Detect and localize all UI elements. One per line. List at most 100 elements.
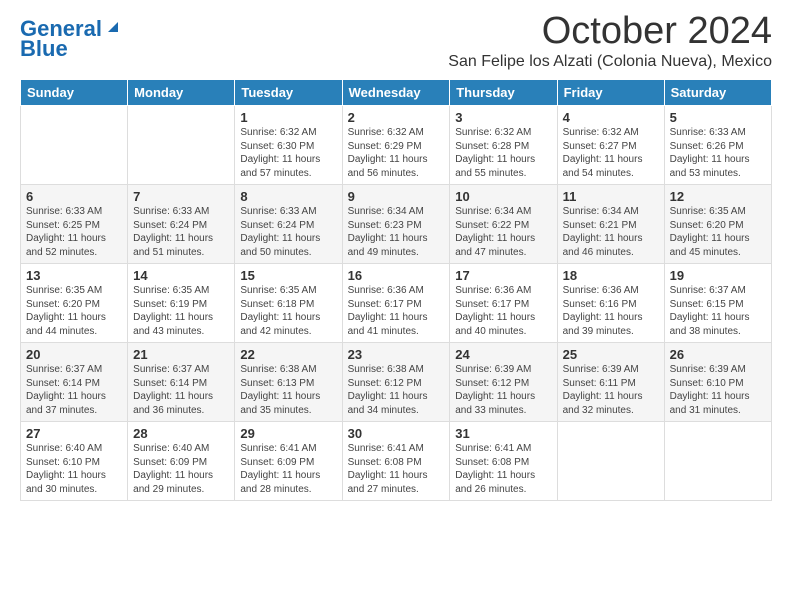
day-number: 5 [670,110,766,125]
day-info: Sunrise: 6:39 AM Sunset: 6:12 PM Dayligh… [455,363,551,417]
day-header-tuesday: Tuesday [235,80,342,106]
day-info: Sunrise: 6:33 AM Sunset: 6:26 PM Dayligh… [670,126,766,180]
day-info: Sunrise: 6:32 AM Sunset: 6:27 PM Dayligh… [563,126,659,180]
day-info: Sunrise: 6:36 AM Sunset: 6:17 PM Dayligh… [455,284,551,338]
day-number: 3 [455,110,551,125]
day-info: Sunrise: 6:39 AM Sunset: 6:10 PM Dayligh… [670,363,766,417]
calendar-cell: 20Sunrise: 6:37 AM Sunset: 6:14 PM Dayli… [21,343,128,422]
day-number: 22 [240,347,336,362]
day-header-sunday: Sunday [21,80,128,106]
calendar-cell: 10Sunrise: 6:34 AM Sunset: 6:22 PM Dayli… [450,185,557,264]
week-row-3: 13Sunrise: 6:35 AM Sunset: 6:20 PM Dayli… [21,264,772,343]
calendar-cell [664,422,771,501]
month-title: October 2024 [448,10,772,53]
week-row-5: 27Sunrise: 6:40 AM Sunset: 6:10 PM Dayli… [21,422,772,501]
logo-arrow-icon [104,18,122,36]
calendar-cell: 24Sunrise: 6:39 AM Sunset: 6:12 PM Dayli… [450,343,557,422]
calendar-cell: 4Sunrise: 6:32 AM Sunset: 6:27 PM Daylig… [557,106,664,185]
week-row-2: 6Sunrise: 6:33 AM Sunset: 6:25 PM Daylig… [21,185,772,264]
day-number: 18 [563,268,659,283]
day-info: Sunrise: 6:32 AM Sunset: 6:29 PM Dayligh… [348,126,445,180]
day-header-thursday: Thursday [450,80,557,106]
day-info: Sunrise: 6:35 AM Sunset: 6:20 PM Dayligh… [670,205,766,259]
day-number: 16 [348,268,445,283]
day-info: Sunrise: 6:33 AM Sunset: 6:24 PM Dayligh… [240,205,336,259]
logo: General Blue [20,18,122,60]
day-header-wednesday: Wednesday [342,80,450,106]
calendar-cell [21,106,128,185]
day-number: 15 [240,268,336,283]
day-number: 31 [455,426,551,441]
day-number: 9 [348,189,445,204]
day-info: Sunrise: 6:35 AM Sunset: 6:19 PM Dayligh… [133,284,229,338]
day-header-monday: Monday [128,80,235,106]
day-info: Sunrise: 6:33 AM Sunset: 6:25 PM Dayligh… [26,205,122,259]
day-info: Sunrise: 6:34 AM Sunset: 6:22 PM Dayligh… [455,205,551,259]
calendar-cell: 1Sunrise: 6:32 AM Sunset: 6:30 PM Daylig… [235,106,342,185]
day-number: 13 [26,268,122,283]
week-row-1: 1Sunrise: 6:32 AM Sunset: 6:30 PM Daylig… [21,106,772,185]
day-number: 29 [240,426,336,441]
day-number: 14 [133,268,229,283]
day-info: Sunrise: 6:37 AM Sunset: 6:14 PM Dayligh… [133,363,229,417]
subtitle: San Felipe los Alzati (Colonia Nueva), M… [448,53,772,71]
day-header-saturday: Saturday [664,80,771,106]
day-number: 30 [348,426,445,441]
header: General Blue October 2024 San Felipe los… [20,10,772,71]
day-info: Sunrise: 6:38 AM Sunset: 6:13 PM Dayligh… [240,363,336,417]
day-number: 12 [670,189,766,204]
day-info: Sunrise: 6:41 AM Sunset: 6:08 PM Dayligh… [455,442,551,496]
day-number: 21 [133,347,229,362]
calendar-cell: 23Sunrise: 6:38 AM Sunset: 6:12 PM Dayli… [342,343,450,422]
calendar-cell: 25Sunrise: 6:39 AM Sunset: 6:11 PM Dayli… [557,343,664,422]
day-info: Sunrise: 6:32 AM Sunset: 6:30 PM Dayligh… [240,126,336,180]
day-number: 6 [26,189,122,204]
day-info: Sunrise: 6:37 AM Sunset: 6:15 PM Dayligh… [670,284,766,338]
calendar-cell: 26Sunrise: 6:39 AM Sunset: 6:10 PM Dayli… [664,343,771,422]
day-info: Sunrise: 6:40 AM Sunset: 6:09 PM Dayligh… [133,442,229,496]
day-info: Sunrise: 6:34 AM Sunset: 6:21 PM Dayligh… [563,205,659,259]
day-number: 11 [563,189,659,204]
calendar-cell: 7Sunrise: 6:33 AM Sunset: 6:24 PM Daylig… [128,185,235,264]
calendar-cell: 22Sunrise: 6:38 AM Sunset: 6:13 PM Dayli… [235,343,342,422]
day-info: Sunrise: 6:39 AM Sunset: 6:11 PM Dayligh… [563,363,659,417]
calendar-cell: 9Sunrise: 6:34 AM Sunset: 6:23 PM Daylig… [342,185,450,264]
day-number: 1 [240,110,336,125]
day-info: Sunrise: 6:35 AM Sunset: 6:20 PM Dayligh… [26,284,122,338]
calendar-cell: 14Sunrise: 6:35 AM Sunset: 6:19 PM Dayli… [128,264,235,343]
calendar-cell: 15Sunrise: 6:35 AM Sunset: 6:18 PM Dayli… [235,264,342,343]
calendar-cell: 13Sunrise: 6:35 AM Sunset: 6:20 PM Dayli… [21,264,128,343]
day-info: Sunrise: 6:36 AM Sunset: 6:16 PM Dayligh… [563,284,659,338]
day-number: 8 [240,189,336,204]
day-number: 10 [455,189,551,204]
calendar-header-row: SundayMondayTuesdayWednesdayThursdayFrid… [21,80,772,106]
calendar-cell: 29Sunrise: 6:41 AM Sunset: 6:09 PM Dayli… [235,422,342,501]
calendar-cell: 11Sunrise: 6:34 AM Sunset: 6:21 PM Dayli… [557,185,664,264]
calendar-cell: 18Sunrise: 6:36 AM Sunset: 6:16 PM Dayli… [557,264,664,343]
day-number: 24 [455,347,551,362]
calendar-cell: 12Sunrise: 6:35 AM Sunset: 6:20 PM Dayli… [664,185,771,264]
day-number: 27 [26,426,122,441]
day-info: Sunrise: 6:40 AM Sunset: 6:10 PM Dayligh… [26,442,122,496]
day-info: Sunrise: 6:41 AM Sunset: 6:09 PM Dayligh… [240,442,336,496]
calendar-cell: 2Sunrise: 6:32 AM Sunset: 6:29 PM Daylig… [342,106,450,185]
calendar-cell: 19Sunrise: 6:37 AM Sunset: 6:15 PM Dayli… [664,264,771,343]
calendar-cell [557,422,664,501]
day-number: 25 [563,347,659,362]
week-row-4: 20Sunrise: 6:37 AM Sunset: 6:14 PM Dayli… [21,343,772,422]
calendar-body: 1Sunrise: 6:32 AM Sunset: 6:30 PM Daylig… [21,106,772,501]
day-header-friday: Friday [557,80,664,106]
day-number: 4 [563,110,659,125]
calendar-cell: 28Sunrise: 6:40 AM Sunset: 6:09 PM Dayli… [128,422,235,501]
day-number: 17 [455,268,551,283]
calendar-cell: 16Sunrise: 6:36 AM Sunset: 6:17 PM Dayli… [342,264,450,343]
day-info: Sunrise: 6:37 AM Sunset: 6:14 PM Dayligh… [26,363,122,417]
calendar-cell: 17Sunrise: 6:36 AM Sunset: 6:17 PM Dayli… [450,264,557,343]
day-number: 28 [133,426,229,441]
day-number: 20 [26,347,122,362]
day-number: 7 [133,189,229,204]
calendar-cell: 8Sunrise: 6:33 AM Sunset: 6:24 PM Daylig… [235,185,342,264]
calendar-cell: 27Sunrise: 6:40 AM Sunset: 6:10 PM Dayli… [21,422,128,501]
day-number: 19 [670,268,766,283]
calendar-cell: 3Sunrise: 6:32 AM Sunset: 6:28 PM Daylig… [450,106,557,185]
